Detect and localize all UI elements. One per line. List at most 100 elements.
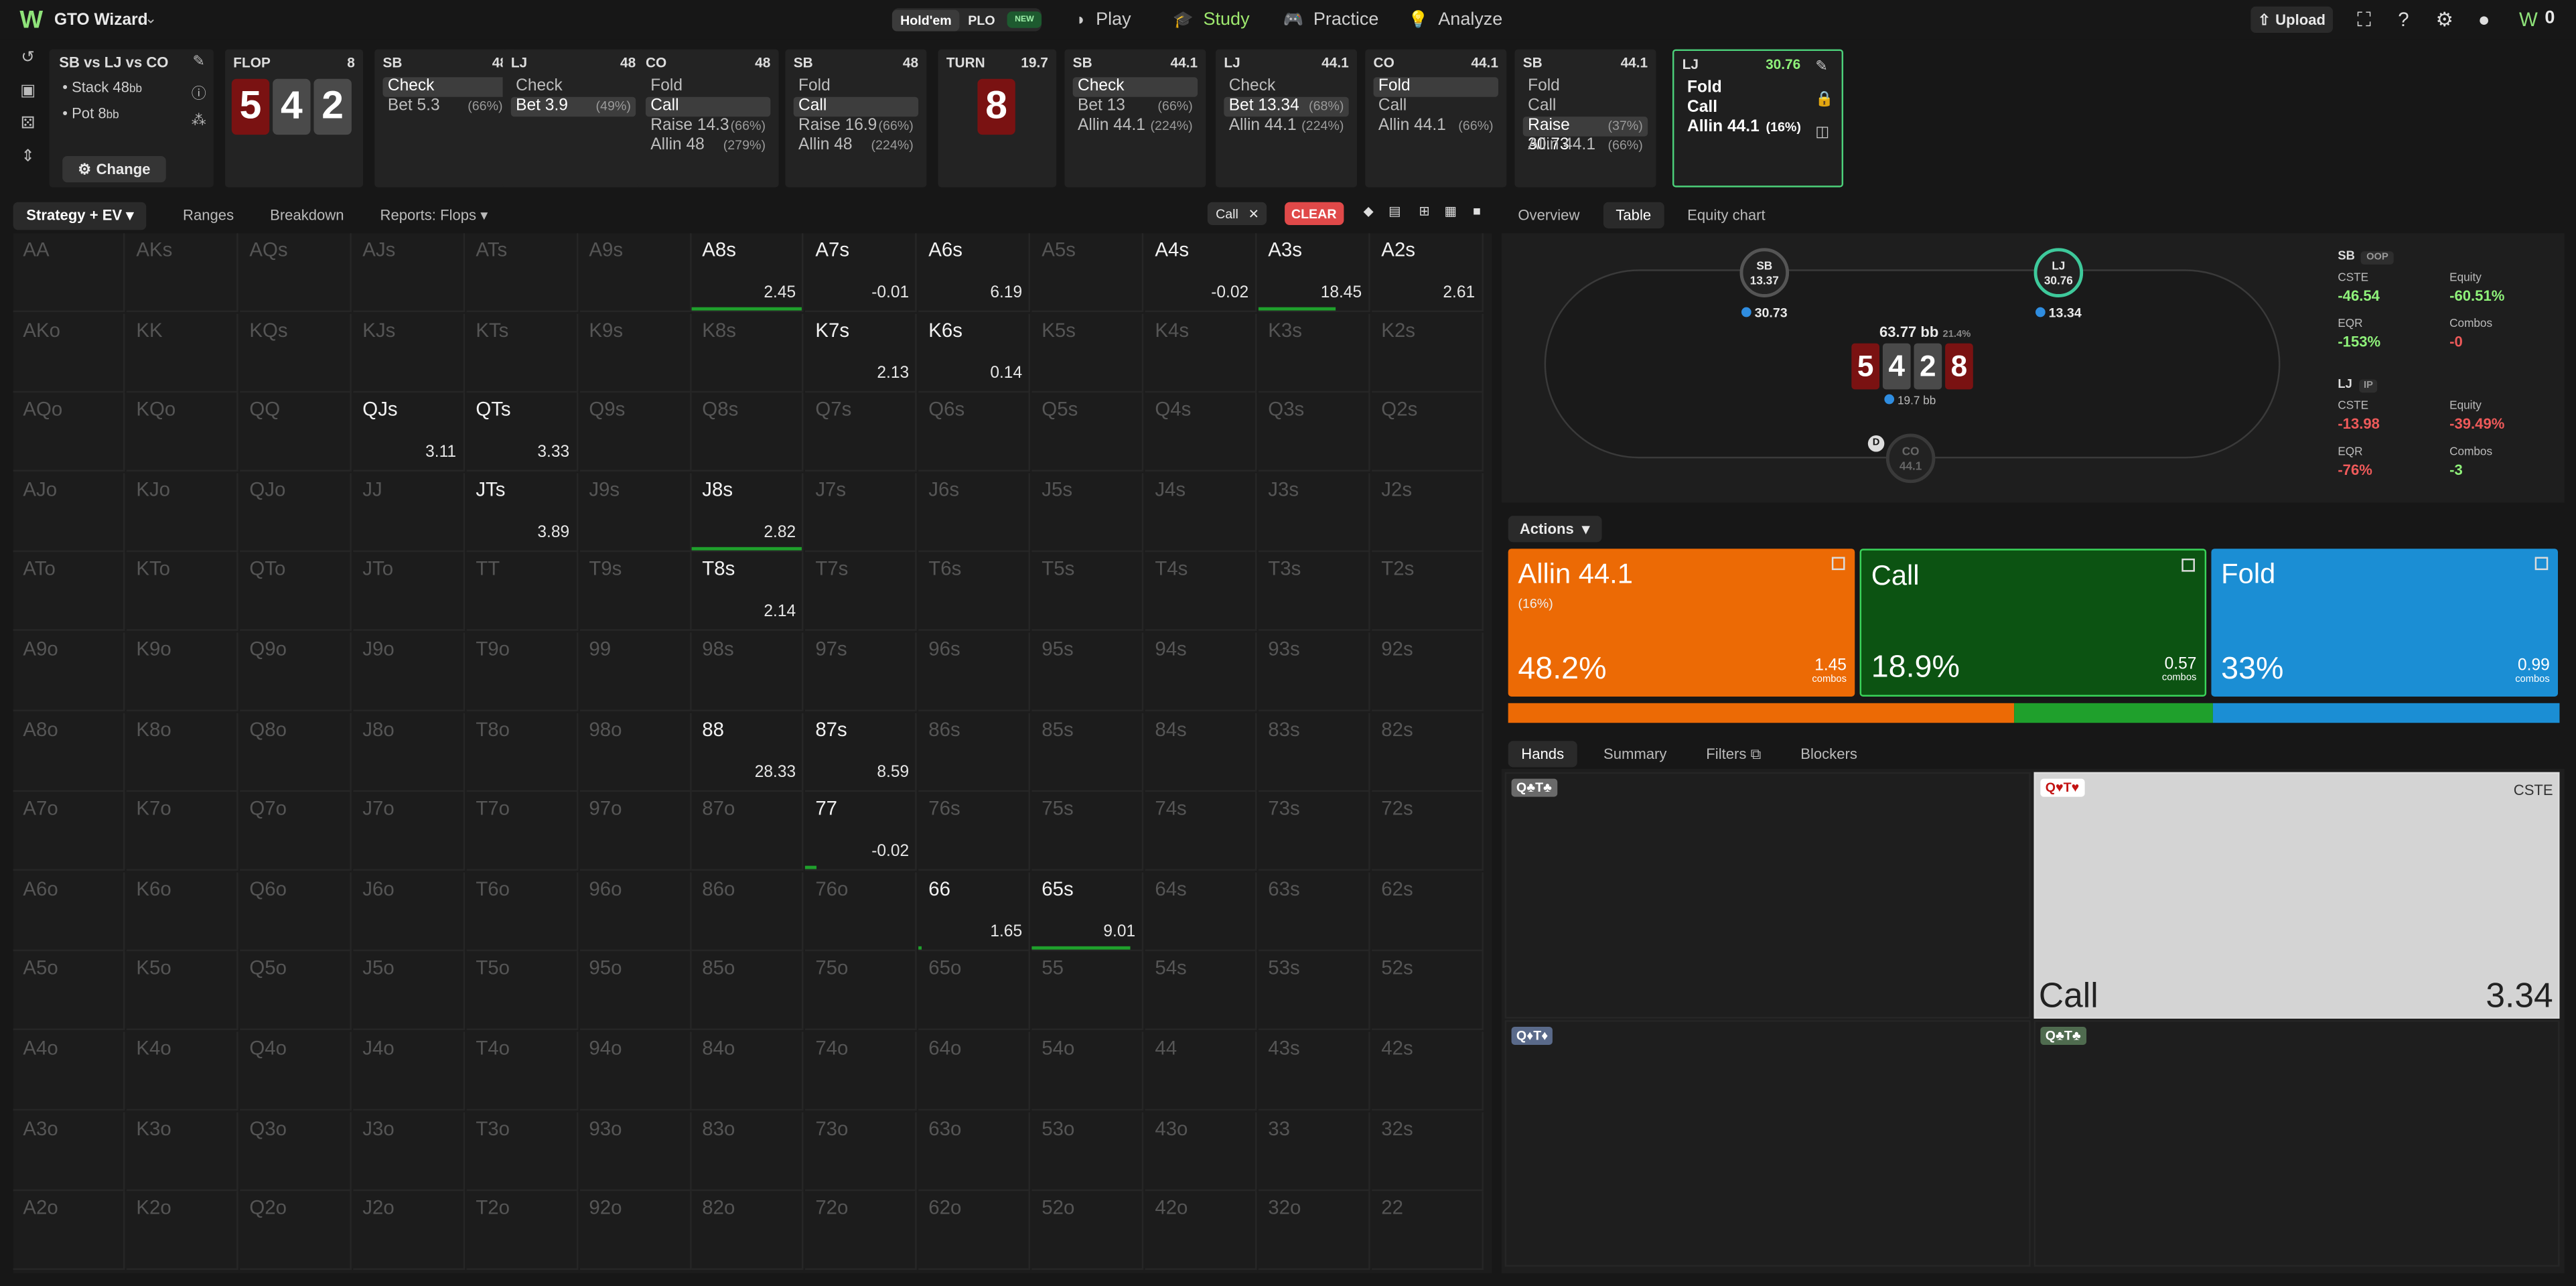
hand-cell[interactable]: 65s 9.01	[1031, 871, 1144, 951]
action-box-allin[interactable]: Allin 44.1 (16%) 48.2% 1.45 combos	[1508, 549, 1855, 697]
hand-cell[interactable]: 86o	[692, 871, 804, 951]
action-option[interactable]: Bet 13.34 (68%)	[1224, 96, 1349, 117]
tab-strategy-ev[interactable]: Strategy + EV ▾	[13, 201, 147, 230]
hand-cell[interactable]: 74o	[805, 1031, 918, 1111]
hand-cell[interactable]: 76s	[918, 792, 1031, 871]
tab-equity-chart[interactable]: Equity chart	[1674, 202, 1778, 228]
hand-cell[interactable]: 73s	[1258, 792, 1370, 871]
hand-cell[interactable]: T9s	[579, 553, 691, 632]
hand-cell[interactable]: K2s	[1371, 313, 1484, 392]
hand-cell[interactable]: A7s -0.01	[805, 233, 918, 313]
action-box-call[interactable]: Call 18.9% 0.57 combos	[1859, 549, 2207, 697]
hand-cell[interactable]: 42o	[1145, 1191, 1257, 1271]
hand-cell[interactable]: 75o	[805, 952, 918, 1031]
brand-name[interactable]: GTO Wizard	[54, 11, 148, 29]
action-option[interactable]: Fold	[794, 77, 918, 96]
hand-cell[interactable]: 94s	[1145, 632, 1257, 712]
hand-cell[interactable]: 62s	[1371, 871, 1484, 951]
view-grid-icon[interactable]: ▦	[1441, 204, 1460, 223]
hand-cell[interactable]: 75s	[1031, 792, 1144, 871]
hand-cell[interactable]: JTs 3.89	[466, 472, 578, 552]
hand-cell[interactable]: KJo	[126, 472, 238, 552]
mode-holdem[interactable]: Hold'em	[891, 9, 960, 31]
tab-breakdown[interactable]: Breakdown	[270, 207, 344, 224]
hand-cell[interactable]: QJs 3.11	[352, 392, 465, 472]
columns-col-sb[interactable]: SB 48 Fold Call Raise 16.9 (66%) Allin 48 (224%…	[785, 49, 927, 188]
hand-cell[interactable]: Q2o	[239, 1191, 352, 1271]
hand-cell[interactable]: 96o	[579, 871, 691, 951]
tab-overview[interactable]: Overview	[1505, 202, 1593, 228]
hand-cell[interactable]: J3o	[352, 1111, 465, 1191]
hand-cell[interactable]: 72s	[1371, 792, 1484, 871]
active-action-call[interactable]: Call	[1683, 98, 1834, 118]
hand-cell[interactable]: TT	[466, 553, 578, 632]
hand-cell[interactable]: 97o	[579, 792, 691, 871]
hand-cell[interactable]: T4s	[1145, 553, 1257, 632]
view-full-icon[interactable]: ■	[1467, 204, 1486, 223]
hand-cell[interactable]: 54o	[1031, 1031, 1144, 1111]
hand-cell[interactable]: Q7o	[239, 792, 352, 871]
hand-cell[interactable]: 54s	[1145, 952, 1257, 1031]
hand-cell[interactable]: 84s	[1145, 712, 1257, 792]
expand-icon[interactable]	[2534, 557, 2549, 571]
hand-cell[interactable]: 99	[579, 632, 691, 712]
expand-icon[interactable]	[1831, 557, 1845, 571]
hand-cell[interactable]: 92s	[1371, 632, 1484, 712]
hand-cell[interactable]: 32s	[1371, 1111, 1484, 1191]
hand-cell[interactable]: 53s	[1258, 952, 1370, 1031]
hand-cell[interactable]: A3o	[13, 1111, 125, 1191]
hand-cell[interactable]: AA	[13, 233, 125, 313]
compare-icon[interactable]: ◫	[1815, 123, 1829, 141]
active-action-allin[interactable]: Allin 44.1 (16%)	[1683, 119, 1834, 138]
hand-cell[interactable]: T9o	[466, 632, 578, 712]
action-option[interactable]: Call	[793, 96, 919, 117]
hand-cell[interactable]: KJs	[352, 313, 465, 392]
hand-cell[interactable]: 86s	[918, 712, 1031, 792]
hand-cell[interactable]: T7s	[805, 553, 918, 632]
hand-cell[interactable]: 97s	[805, 632, 918, 712]
hand-cell[interactable]: T8o	[466, 712, 578, 792]
hand-cell[interactable]: 98s	[692, 632, 804, 712]
hand-cell[interactable]: A6o	[13, 871, 125, 951]
columns2-col-lj[interactable]: LJ 44.1 Check Bet 13.34 (68%) Allin 44.1 (224%…	[1216, 49, 1358, 188]
text-height-icon[interactable]: ⇕	[13, 148, 43, 181]
profile-icon[interactable]: ●	[2472, 8, 2495, 31]
chevron-down-icon[interactable]: ⌄	[145, 10, 157, 28]
hand-cell[interactable]: A7o	[13, 792, 125, 871]
action-option[interactable]: Allin 48 (224%)	[794, 137, 918, 156]
tab-ranges[interactable]: Ranges	[183, 207, 234, 224]
upload-button[interactable]: ⇧ Upload	[2250, 6, 2333, 33]
hand-cell[interactable]: 55	[1031, 952, 1144, 1031]
hand-cell[interactable]: 95s	[1031, 632, 1144, 712]
action-option[interactable]: Check	[382, 77, 508, 97]
hand-cell[interactable]: 88 28.33	[692, 712, 804, 792]
action-option[interactable]: Raise 16.9 (66%)	[794, 117, 918, 136]
hand-cell[interactable]: 98o	[579, 712, 691, 792]
hand-cell[interactable]: 85o	[692, 952, 804, 1031]
hand-cell[interactable]: Q4s	[1145, 392, 1257, 472]
expand-icon[interactable]	[2181, 558, 2195, 572]
hand-cell[interactable]: 43s	[1258, 1031, 1370, 1111]
hand-cell[interactable]: AJs	[352, 233, 465, 313]
hand-cell[interactable]: JTo	[352, 553, 465, 632]
action-option[interactable]: Bet 3.9 (49%)	[510, 96, 636, 117]
hand-cell[interactable]: 33	[1258, 1111, 1370, 1191]
actions-dropdown[interactable]: Actions ▾	[1508, 516, 1601, 543]
hand-cell[interactable]: J8s 2.82	[692, 472, 804, 552]
hand-cell[interactable]: 62o	[918, 1191, 1031, 1271]
hand-cell[interactable]: 87o	[692, 792, 804, 871]
hand-cell[interactable]: 92o	[579, 1191, 691, 1271]
hand-cell[interactable]: A9o	[13, 632, 125, 712]
hand-cell[interactable]: 94o	[579, 1031, 691, 1111]
hand-cell[interactable]: A8o	[13, 712, 125, 792]
hand-card-qdTd[interactable]: Q♦T♦	[1504, 1020, 2031, 1267]
hand-cell[interactable]: 74s	[1145, 792, 1257, 871]
seat-lj[interactable]: LJ 30.76	[2033, 248, 2084, 297]
hand-cell[interactable]: K6s 0.14	[918, 313, 1031, 392]
action-option[interactable]: Fold	[1373, 77, 1498, 97]
hand-cell[interactable]: 77 -0.02	[805, 792, 918, 871]
hand-cell[interactable]: 52o	[1031, 1191, 1144, 1271]
action-option[interactable]: Allin 44.1 (66%)	[1374, 117, 1498, 136]
hand-cell[interactable]: K6o	[126, 871, 238, 951]
hand-cell[interactable]: K5s	[1031, 313, 1144, 392]
